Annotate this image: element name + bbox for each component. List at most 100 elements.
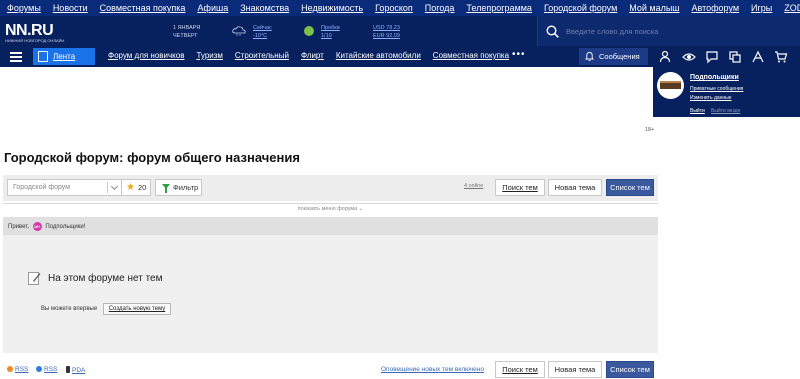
topnav-link[interactable]: Знакомства [240, 3, 289, 13]
weather-widget[interactable]: Сейчас -10°C [253, 24, 272, 40]
new-topic-button[interactable]: Новая тема [548, 361, 602, 378]
logo-text: NN.RU [5, 22, 54, 39]
topnav-link[interactable]: Новости [53, 3, 88, 13]
sub-nav: Лента Форум для новичков Туризм Строител… [0, 46, 800, 67]
empty-state: На этом форуме нет тем Вы можете впервые… [3, 235, 658, 353]
search-topics-button[interactable]: Поиск тем [495, 361, 545, 378]
private-messages-link[interactable]: Приватные сообщения [690, 86, 743, 92]
currency-rates[interactable]: USD 78.23 EUR 92.09 [373, 24, 400, 40]
header-date: 1 ЯНВАРЯ ЧЕТВЕРГ [173, 24, 200, 40]
subnav-link[interactable]: Флирт [301, 51, 324, 60]
date-weekday: ЧЕТВЕРГ [173, 33, 198, 39]
rss-link[interactable]: RSS [7, 366, 28, 373]
users-icon[interactable] [659, 50, 673, 64]
empty-title: На этом форуме нет тем [48, 273, 163, 284]
favorites-count: 20 [138, 183, 147, 192]
traffic-icon [304, 26, 314, 36]
star-icon: ★ [126, 182, 135, 193]
weather-value: -10°C [253, 33, 268, 39]
subnav-link[interactable]: Совместная покупка [433, 51, 509, 60]
rss-icon [7, 366, 13, 372]
cart-icon[interactable] [774, 50, 788, 64]
messages-label: Сообщения [599, 52, 640, 61]
online-count[interactable]: 4 online [464, 183, 483, 189]
subnav-link[interactable]: Строительный [235, 51, 289, 60]
subnav-link[interactable]: Туризм [196, 51, 222, 60]
greeting-bar: Привет, 18+ Подпольщики! [3, 217, 658, 235]
greeting-prefix: Привет, [8, 224, 30, 230]
topnav-link[interactable]: Совместная покупка [100, 3, 186, 13]
age-rating: 18+ [645, 127, 655, 133]
show-forum-menu[interactable]: показать меню форума ⌄ [3, 203, 658, 214]
top-nav: Форумы Новости Совместная покупка Афиша … [0, 0, 800, 16]
phone-icon [66, 366, 70, 373]
copy-icon[interactable] [728, 50, 742, 64]
topnav-link[interactable]: Недвижимость [301, 3, 363, 13]
traffic-label: Пробки [321, 25, 340, 31]
show-menu-label: показать меню форума [297, 206, 358, 212]
forum-select[interactable]: Городской форум [7, 179, 122, 196]
topnav-link[interactable]: Афиша [197, 3, 228, 13]
age-badge: 18+ [32, 222, 42, 231]
filter-label: Фильтр [173, 183, 199, 192]
topnav-link[interactable]: Игры [751, 3, 772, 13]
topic-list-button[interactable]: Список тем [606, 179, 654, 196]
document-icon [38, 51, 48, 62]
menu-icon[interactable] [10, 52, 22, 62]
filter-icon [162, 184, 170, 193]
logo-subtitle: НИЖНИЙ НОВГОРОД ОНЛАЙН [5, 38, 65, 43]
more-icon[interactable]: ••• [512, 49, 526, 60]
filter-button[interactable]: Фильтр [155, 179, 202, 196]
topnav-link[interactable]: Погода [425, 3, 455, 13]
greeting-name: Подпольщики! [45, 224, 86, 230]
search-icon[interactable] [546, 25, 559, 38]
edit-profile-link[interactable]: Изменить данные [690, 95, 732, 101]
new-topic-button[interactable]: Новая тема [548, 179, 602, 196]
topnav-link[interactable]: ZODY [784, 3, 800, 13]
search-topics-button[interactable]: Поиск тем [495, 179, 545, 196]
search-bar [537, 16, 800, 46]
topnav-link[interactable]: Автофорум [692, 3, 740, 13]
subnav-link[interactable]: Форум для новичков [108, 51, 184, 60]
date-day: 1 ЯНВАРЯ [173, 25, 201, 31]
usd-rate: USD 78.23 [373, 25, 400, 31]
rss-icon [36, 366, 42, 372]
messages-button[interactable]: Сообщения [579, 48, 648, 65]
edit-icon [28, 272, 41, 285]
page-title: Городской форум: форум общего назначения [4, 150, 300, 165]
topnav-link[interactable]: Гороскоп [375, 3, 413, 13]
site-logo[interactable]: NN.RU НИЖНИЙ НОВГОРОД ОНЛАЙН [5, 22, 64, 43]
topnav-link[interactable]: Форумы [7, 3, 41, 13]
topic-list-button[interactable]: Список тем [606, 361, 654, 378]
traffic-value: 1/10 [321, 33, 332, 39]
chevron-down-icon [110, 182, 119, 191]
logout-link[interactable]: Выйти [690, 108, 705, 114]
eur-rate: EUR 92.09 [373, 33, 400, 39]
user-name[interactable]: Подпольщики [690, 74, 739, 81]
notify-link[interactable]: Оповещение новых тем включено [381, 366, 484, 373]
search-input[interactable] [566, 22, 794, 40]
create-topic-button[interactable]: Создать новую тему [103, 303, 171, 315]
chat-icon[interactable] [705, 50, 719, 64]
bell-icon [585, 52, 594, 61]
rss-link[interactable]: RSS [36, 366, 57, 373]
favorites-button[interactable]: ★ 20 [121, 179, 151, 196]
user-menu: Подпольщики Приватные сообщения Изменить… [653, 67, 800, 117]
cloud-snow-icon [232, 26, 246, 36]
chevron-down-icon: ⌄ [358, 206, 364, 212]
traffic-widget[interactable]: Пробки 1/10 [321, 24, 340, 40]
empty-subtitle: Вы можете впервые [41, 306, 98, 312]
avatar[interactable] [657, 72, 684, 99]
topnav-link[interactable]: Телепрограмма [466, 3, 532, 13]
topnav-link[interactable]: Городской форум [544, 3, 617, 13]
topnav-link[interactable]: Мой малыш [629, 3, 679, 13]
feed-button[interactable]: Лента [33, 48, 95, 65]
pin-icon[interactable] [751, 50, 765, 64]
logout-all-link[interactable]: Выйти везде [711, 108, 740, 114]
forum-select-placeholder: Городской форум [13, 184, 71, 191]
eye-icon[interactable] [682, 50, 696, 64]
subnav-link[interactable]: Китайские автомобили [336, 51, 421, 60]
pda-link[interactable]: PDA [66, 366, 85, 374]
feed-label: Лента [53, 52, 76, 61]
weather-label: Сейчас [253, 25, 272, 31]
